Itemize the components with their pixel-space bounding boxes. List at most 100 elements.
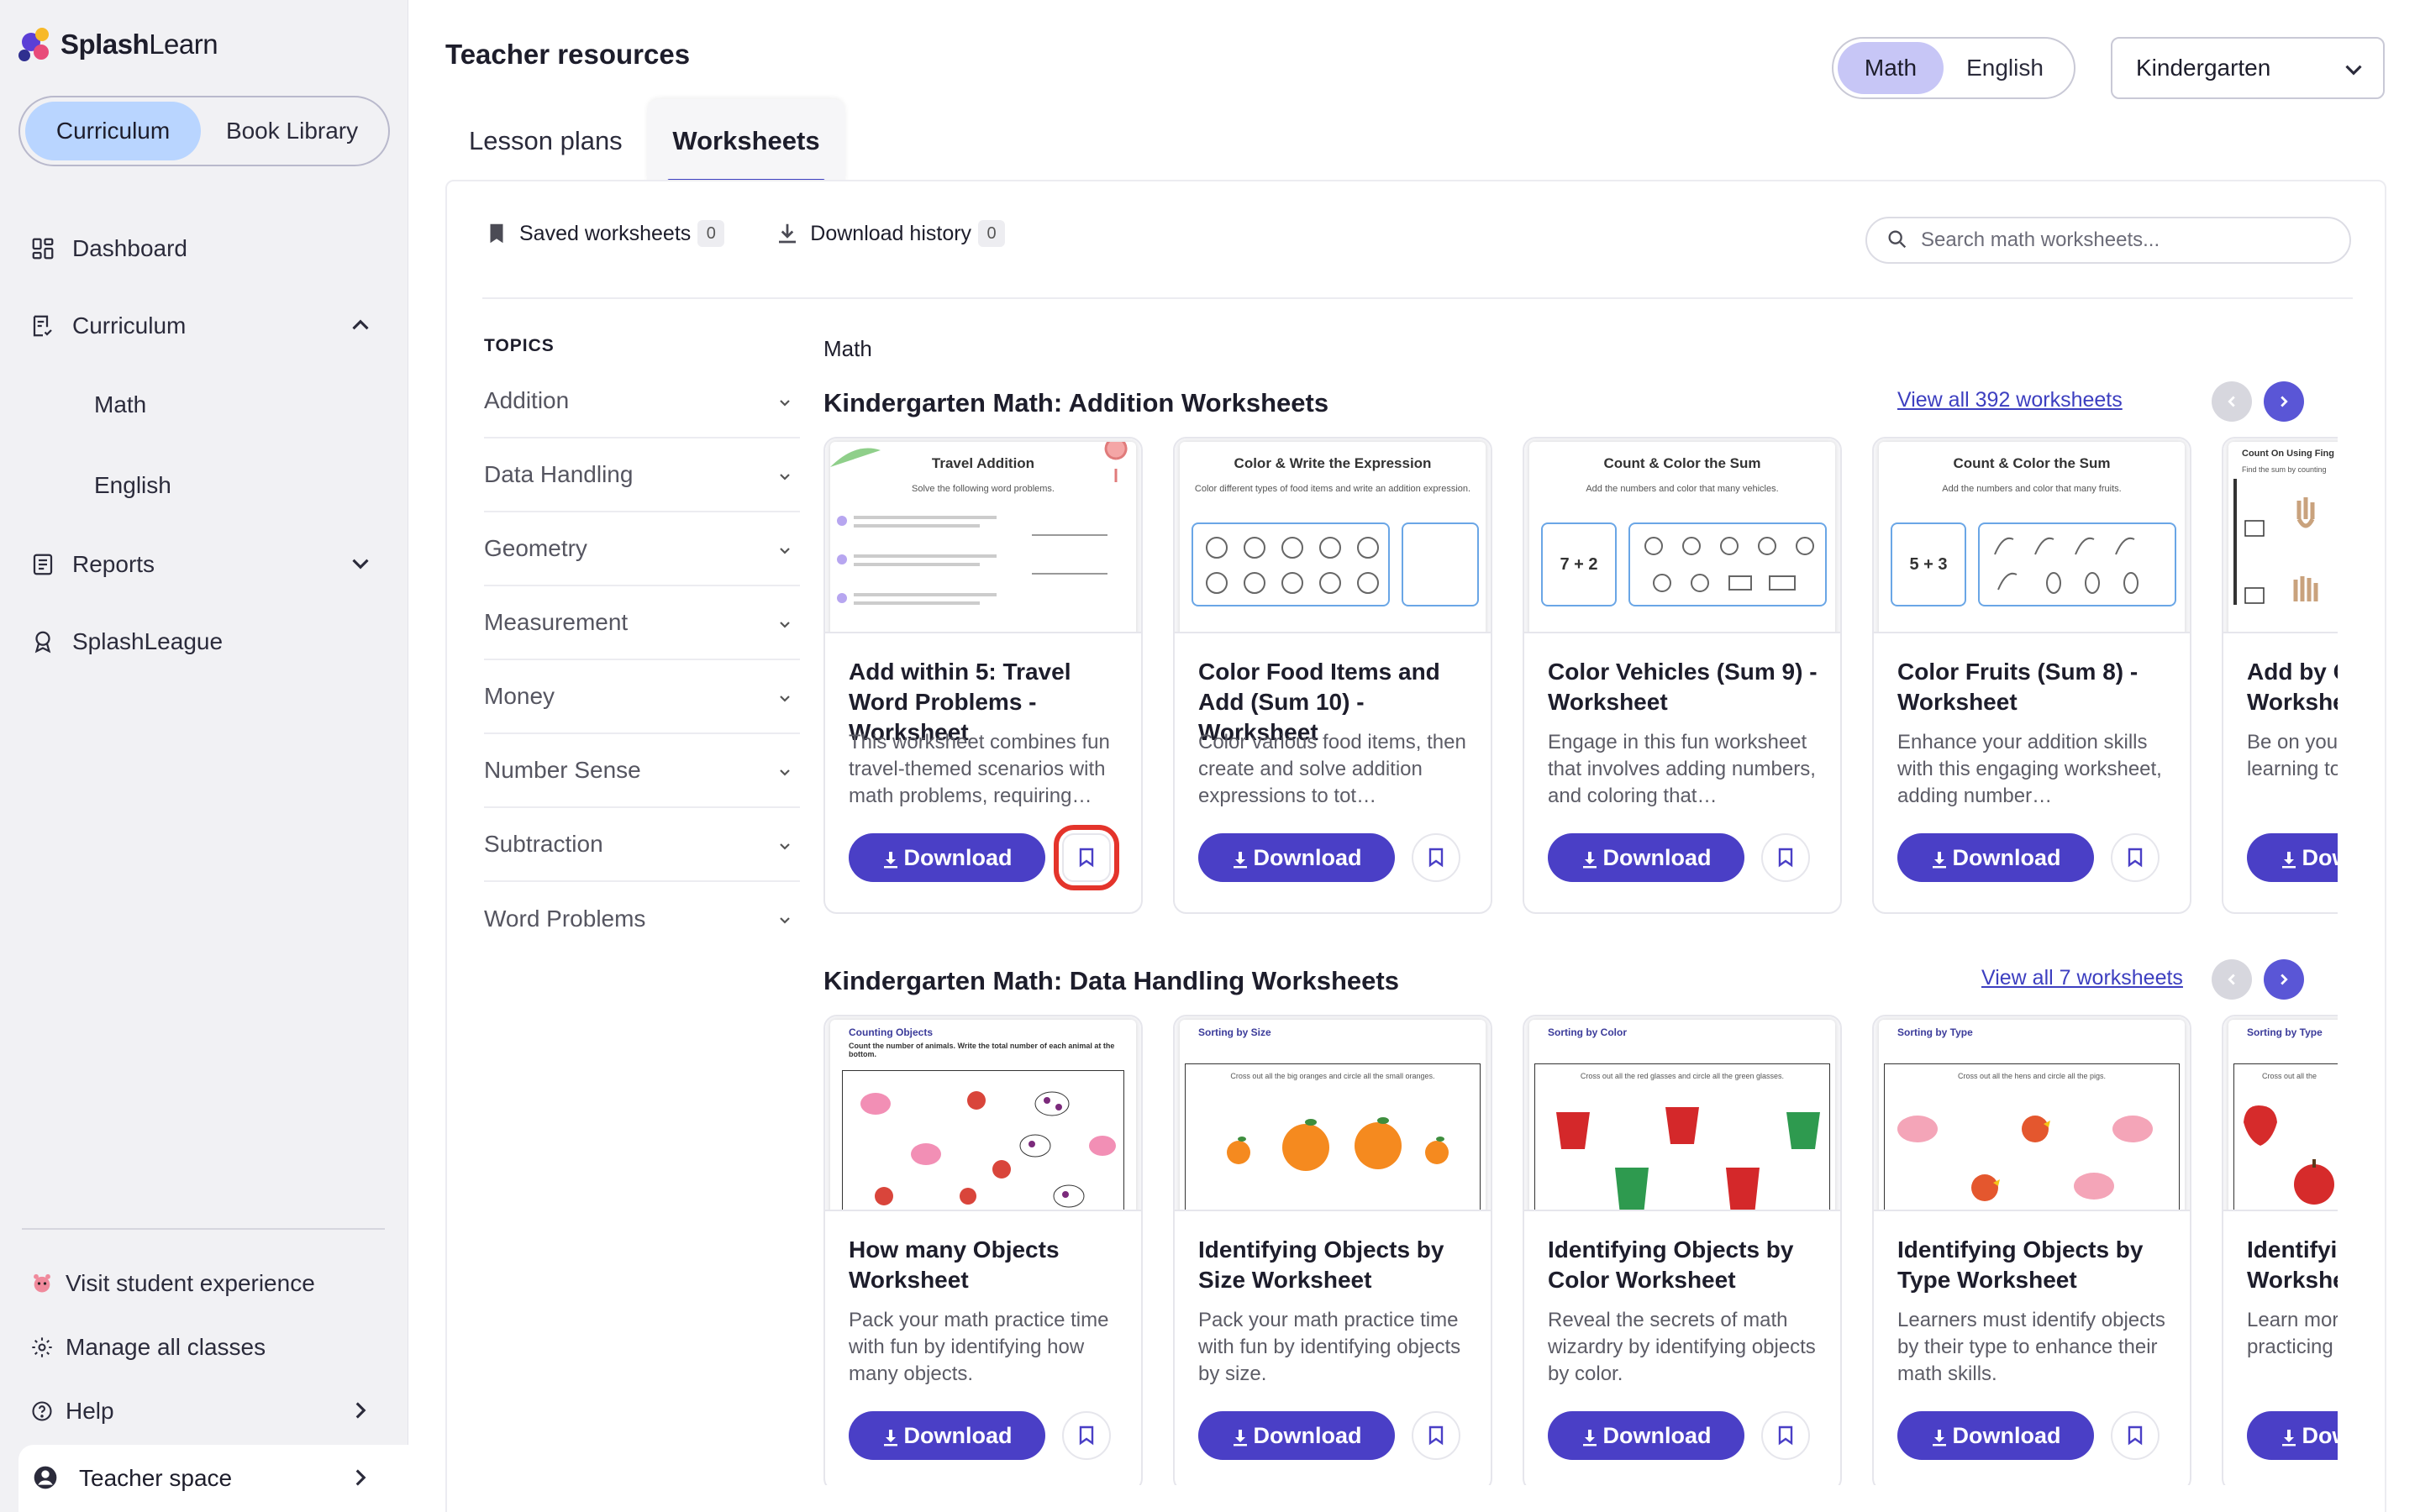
- thumbnail-title: Sorting by Color: [1548, 1026, 1627, 1038]
- worksheet-thumbnail: Sorting by Type Cross out all the hens a…: [1874, 1016, 2190, 1211]
- chevron-down-icon: [2339, 55, 2368, 84]
- logo-icon: [18, 26, 55, 63]
- topic-geometry[interactable]: Geometry: [484, 512, 800, 586]
- tab-worksheets[interactable]: Worksheets: [647, 99, 845, 183]
- sidebar-item-curriculum[interactable]: Curriculum: [0, 287, 408, 365]
- save-worksheet-button[interactable]: [1062, 1411, 1111, 1460]
- save-worksheet-button[interactable]: [2111, 1411, 2160, 1460]
- manage-all-classes-link[interactable]: Manage all classes: [0, 1315, 408, 1379]
- save-worksheet-button[interactable]: [1761, 1411, 1810, 1460]
- chevron-right-icon: [346, 1396, 375, 1425]
- gear-icon: [29, 1334, 55, 1361]
- search-input[interactable]: [1921, 228, 2324, 252]
- download-button[interactable]: Download: [1548, 833, 1744, 882]
- page-title: Teacher resources: [445, 39, 691, 70]
- visit-student-experience-link[interactable]: Visit student experience: [0, 1252, 408, 1315]
- worksheet-card[interactable]: Color & Write the Expression Color diffe…: [1173, 437, 1492, 914]
- carousel-prev-button[interactable]: [2212, 381, 2252, 422]
- subject-math-button[interactable]: Math: [1838, 42, 1944, 94]
- save-worksheet-button[interactable]: [2111, 833, 2160, 882]
- sidebar-subitem-english[interactable]: English: [0, 445, 408, 526]
- topic-money[interactable]: Money: [484, 660, 800, 734]
- chevron-down-icon: [775, 835, 795, 855]
- topic-word-problems[interactable]: Word Problems: [484, 882, 800, 956]
- download-button[interactable]: Download: [1198, 833, 1395, 882]
- splashlearn-logo[interactable]: SplashLearn: [18, 25, 218, 64]
- worksheet-title[interactable]: How many Objects Worksheet: [849, 1235, 1134, 1295]
- worksheet-title[interactable]: Color Fruits (Sum 8) - Worksheet: [1897, 657, 2183, 717]
- download-button[interactable]: Download: [1198, 1411, 1395, 1460]
- download-button[interactable]: Download: [849, 833, 1045, 882]
- worksheet-carousel: Counting Objects Count the number of ani…: [823, 1015, 2338, 1485]
- chevron-down-icon: [775, 613, 795, 633]
- download-button[interactable]: Download: [1548, 1411, 1744, 1460]
- topic-data-handling[interactable]: Data Handling: [484, 438, 800, 512]
- download-button[interactable]: Download: [1897, 1411, 2094, 1460]
- download-button[interactable]: Download: [2247, 833, 2338, 882]
- visit-student-experience-label: Visit student experience: [66, 1270, 315, 1296]
- teacher-space-button[interactable]: Teacher space: [18, 1445, 408, 1512]
- teacher-space-label: Teacher space: [79, 1465, 233, 1491]
- worksheet-thumbnail: Travel Addition Solve the following word…: [825, 438, 1141, 633]
- carousel-next-button[interactable]: [2264, 381, 2304, 422]
- vehicle-icons: [1644, 537, 1814, 592]
- download-button[interactable]: Download: [2247, 1411, 2338, 1460]
- worksheet-title[interactable]: Color Vehicles (Sum 9) - Worksheet: [1548, 657, 1833, 717]
- pig-hen-icons: [1897, 1116, 2153, 1201]
- chevron-right-icon: [346, 1463, 375, 1492]
- download-button[interactable]: Download: [1897, 833, 2094, 882]
- view-all-link[interactable]: View all 7 worksheets: [1981, 966, 2183, 990]
- worksheet-card[interactable]: Sorting by Type Cross out all the Identi…: [2222, 1015, 2338, 1485]
- carousel-prev-button[interactable]: [2212, 959, 2252, 1000]
- worksheet-card[interactable]: Count & Color the Sum Add the numbers an…: [1523, 437, 1842, 914]
- worksheet-card[interactable]: Count & Color the Sum Add the numbers an…: [1872, 437, 2191, 914]
- sidebar-item-reports[interactable]: Reports: [0, 526, 408, 603]
- save-worksheet-button[interactable]: [1054, 825, 1119, 890]
- segment-book-library[interactable]: Book Library: [201, 102, 383, 160]
- worksheet-title[interactable]: Identifying Objects Worksheet: [2247, 1235, 2338, 1295]
- help-link[interactable]: Help: [0, 1379, 408, 1443]
- bookmark-icon: [1778, 848, 1793, 868]
- toolbar-divider: [482, 297, 2353, 299]
- sidebar-item-dashboard[interactable]: Dashboard: [0, 210, 408, 287]
- carousel-next-button[interactable]: [2264, 959, 2304, 1000]
- worksheet-card[interactable]: Travel Addition Solve the following word…: [823, 437, 1143, 914]
- topic-subtraction[interactable]: Subtraction: [484, 808, 800, 882]
- save-worksheet-button[interactable]: [1412, 1411, 1460, 1460]
- worksheet-card[interactable]: Sorting by Type Cross out all the hens a…: [1872, 1015, 2191, 1485]
- view-all-link[interactable]: View all 392 worksheets: [1897, 388, 2123, 412]
- topic-addition[interactable]: Addition: [484, 365, 800, 438]
- worksheet-card[interactable]: Sorting by Size Cross out all the big or…: [1173, 1015, 1492, 1485]
- topic-number-sense[interactable]: Number Sense: [484, 734, 800, 808]
- worksheet-card[interactable]: Sorting by Color Cross out all the red g…: [1523, 1015, 1842, 1485]
- worksheet-card[interactable]: Count On Using Fing Find the sum by coun…: [2222, 437, 2338, 914]
- sidebar-subitem-math[interactable]: Math: [0, 365, 408, 445]
- download-history-button[interactable]: Download history 0: [775, 220, 1006, 247]
- chevron-up-icon[interactable]: [346, 311, 375, 339]
- segment-curriculum[interactable]: Curriculum: [25, 102, 202, 160]
- download-history-label: Download history: [810, 221, 972, 245]
- worksheet-title[interactable]: Add by Counting Fingers Worksheet: [2247, 657, 2338, 717]
- worksheet-title[interactable]: Identifying Objects by Color Worksheet: [1548, 1235, 1833, 1295]
- chevron-down-icon[interactable]: [346, 549, 375, 578]
- fingers-illustration: [2233, 479, 2318, 605]
- subject-english-button[interactable]: English: [1944, 42, 2066, 94]
- worksheet-description: Engage in this fun worksheet that involv…: [1548, 731, 1816, 807]
- bookmark-icon: [1428, 1425, 1444, 1446]
- grade-select[interactable]: Kindergarten: [2111, 37, 2385, 99]
- worksheet-card[interactable]: Counting Objects Count the number of ani…: [823, 1015, 1143, 1485]
- worksheet-description: Pack your math practice time with fun by…: [1198, 1309, 1461, 1385]
- sidebar-item-splashleague[interactable]: SplashLeague: [0, 603, 408, 680]
- bookmark-icon: [1778, 1425, 1793, 1446]
- download-button[interactable]: Download: [849, 1411, 1045, 1460]
- tab-lesson-plans[interactable]: Lesson plans: [445, 99, 647, 183]
- bookmark-icon: [1079, 1425, 1094, 1446]
- thumbnail-title: Sorting by Type: [2247, 1026, 2323, 1038]
- worksheet-title[interactable]: Identifying Objects by Type Worksheet: [1897, 1235, 2183, 1295]
- save-worksheet-button[interactable]: [1761, 833, 1810, 882]
- topic-measurement[interactable]: Measurement: [484, 586, 800, 660]
- bookmark-icon: [484, 221, 509, 246]
- saved-worksheets-button[interactable]: Saved worksheets 0: [484, 220, 725, 247]
- save-worksheet-button[interactable]: [1412, 833, 1460, 882]
- worksheet-title[interactable]: Identifying Objects by Size Worksheet: [1198, 1235, 1484, 1295]
